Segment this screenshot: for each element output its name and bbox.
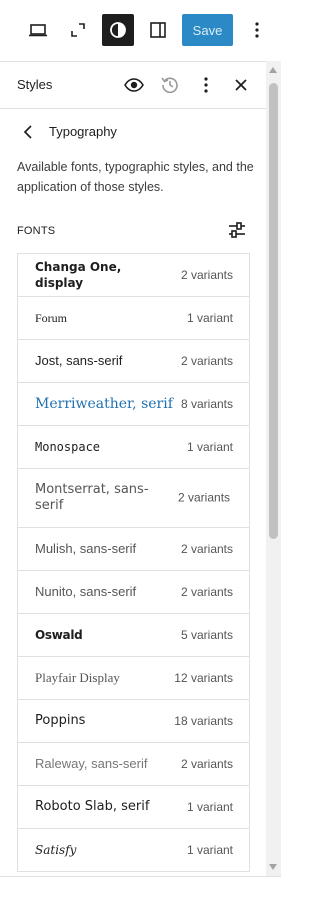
font-variant-count: 2 variants bbox=[180, 585, 233, 599]
font-variant-count: 1 variant bbox=[186, 800, 233, 814]
editor-toolbar: Save bbox=[0, 0, 281, 61]
font-family-item[interactable]: Roboto Slab, serif 1 variant bbox=[18, 786, 249, 829]
fonts-heading: FONTS bbox=[17, 225, 56, 237]
close-panel-button[interactable] bbox=[229, 73, 253, 97]
font-family-item[interactable]: Nunito, sans-serif 2 variants bbox=[18, 571, 249, 614]
font-family-item[interactable]: Montserrat, sans-serif 2 variants bbox=[18, 469, 249, 528]
back-button[interactable] bbox=[21, 123, 37, 141]
font-family-item[interactable]: Merriweather, serif 8 variants bbox=[18, 383, 249, 426]
more-vertical-icon bbox=[204, 77, 208, 93]
more-vertical-icon bbox=[255, 22, 259, 38]
section-description: Available fonts, typographic styles, and… bbox=[17, 160, 254, 194]
sidebar-icon bbox=[150, 22, 166, 38]
font-variant-count: 1 variant bbox=[186, 440, 233, 454]
sidebar-toggle-button[interactable] bbox=[142, 14, 174, 46]
font-family-item[interactable]: Poppins 18 variants bbox=[18, 700, 249, 743]
save-button[interactable]: Save bbox=[182, 14, 233, 46]
font-family-name: Raleway, sans-serif bbox=[35, 756, 148, 771]
panel-header: Styles bbox=[0, 62, 266, 109]
bottom-edge bbox=[0, 876, 281, 901]
font-family-name: Nunito, sans-serif bbox=[35, 584, 137, 599]
font-family-item[interactable]: Playfair Display 12 variants bbox=[18, 657, 249, 700]
font-family-item[interactable]: Changa One, display 2 variants bbox=[18, 254, 249, 297]
styles-toggle-button[interactable] bbox=[102, 14, 134, 46]
font-variant-count: 2 variants bbox=[180, 268, 233, 282]
font-family-name: Poppins bbox=[35, 713, 86, 728]
font-family-name: Mulish, sans-serif bbox=[35, 541, 137, 556]
font-family-name: Forum bbox=[35, 311, 68, 325]
font-variant-count: 2 variants bbox=[180, 354, 233, 368]
scroll-thumb[interactable] bbox=[269, 83, 278, 539]
fullscreen-button[interactable] bbox=[62, 14, 94, 46]
panel-scrollbar[interactable] bbox=[266, 61, 281, 876]
device-preview-button[interactable] bbox=[22, 14, 54, 46]
font-variant-count: 2 variants bbox=[178, 490, 231, 505]
font-family-item[interactable]: Monospace 1 variant bbox=[18, 426, 249, 469]
style-book-button[interactable] bbox=[122, 73, 146, 97]
font-variant-count: 1 variant bbox=[186, 843, 233, 857]
options-menu-button[interactable] bbox=[241, 14, 273, 46]
laptop-icon bbox=[29, 24, 47, 37]
panel-title: Styles bbox=[17, 77, 53, 92]
font-variant-count: 1 variant bbox=[186, 311, 233, 325]
font-family-list: Changa One, display 2 variants Forum 1 v… bbox=[17, 253, 250, 872]
styles-panel: Styles Typography Available fonts, typog… bbox=[0, 61, 267, 877]
close-icon bbox=[235, 79, 247, 91]
font-family-name: Montserrat, sans-serif bbox=[35, 482, 149, 513]
font-family-name: Roboto Slab, serif bbox=[35, 799, 150, 814]
font-family-name: Changa One, display bbox=[35, 260, 122, 290]
font-family-item[interactable]: Oswald 5 variants bbox=[18, 614, 249, 657]
font-family-name: Merriweather, serif bbox=[35, 396, 173, 412]
font-family-item[interactable]: Raleway, sans-serif 2 variants bbox=[18, 743, 249, 786]
sliders-icon bbox=[229, 222, 245, 238]
font-family-item[interactable]: Jost, sans-serif 2 variants bbox=[18, 340, 249, 383]
font-family-name: Playfair Display bbox=[35, 670, 120, 685]
panel-more-button[interactable] bbox=[194, 73, 218, 97]
scroll-up-arrow-icon[interactable] bbox=[269, 67, 277, 73]
chevron-left-icon bbox=[23, 125, 32, 139]
font-family-item[interactable]: Mulish, sans-serif 2 variants bbox=[18, 528, 249, 571]
history-icon bbox=[161, 77, 178, 94]
font-family-item[interactable]: Forum 1 variant bbox=[18, 297, 249, 340]
font-variant-count: 12 variants bbox=[174, 671, 233, 685]
revisions-button[interactable] bbox=[158, 73, 182, 97]
font-family-item[interactable]: Satisfy 1 variant bbox=[18, 829, 249, 872]
section-title: Typography bbox=[49, 124, 117, 139]
eye-icon bbox=[124, 78, 144, 92]
scroll-down-arrow-icon[interactable] bbox=[269, 864, 277, 870]
expand-icon bbox=[71, 23, 85, 37]
font-family-name: Oswald bbox=[35, 628, 83, 642]
contrast-icon bbox=[110, 22, 126, 38]
font-family-name: Jost, sans-serif bbox=[35, 353, 123, 368]
font-variant-count: 2 variants bbox=[180, 542, 233, 556]
font-variant-count: 5 variants bbox=[180, 628, 233, 642]
font-family-name: Satisfy bbox=[35, 843, 77, 857]
font-variant-count: 2 variants bbox=[180, 757, 233, 771]
font-variant-count: 8 variants bbox=[180, 397, 233, 411]
typography-header: Typography bbox=[0, 122, 266, 142]
font-family-name: Monospace bbox=[35, 440, 101, 454]
font-variant-count: 18 variants bbox=[174, 714, 233, 728]
manage-fonts-button[interactable] bbox=[228, 221, 246, 239]
